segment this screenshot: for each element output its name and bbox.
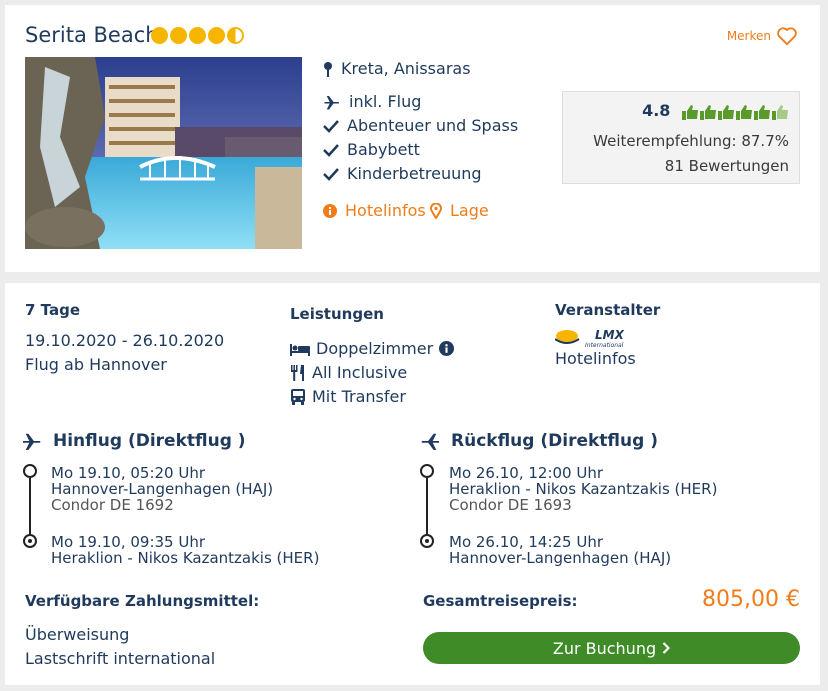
- recommendation-rate: Weiterempfehlung: 87.7%: [593, 132, 789, 150]
- booking-button[interactable]: Zur Buchung: [423, 632, 800, 664]
- map-marker-icon: [430, 202, 442, 219]
- feature-item: Babybett: [323, 140, 420, 159]
- timeline-line: [426, 478, 428, 534]
- operator-logo: LMX International: [554, 327, 635, 349]
- thumb-up-icon: [718, 104, 734, 120]
- hotel-name[interactable]: Serita Beach: [25, 23, 159, 47]
- outbound-flight-number: Condor DE 1692: [51, 496, 174, 514]
- feature-label: Kinderbetreuung: [347, 164, 482, 183]
- merken-button[interactable]: Merken: [727, 26, 798, 46]
- return-arr-airport: Hannover-Langenhagen (HAJ): [449, 549, 672, 567]
- thumb-up-half-icon: [772, 104, 788, 120]
- heart-icon: [777, 27, 797, 46]
- check-icon: [323, 167, 339, 181]
- logo-text: LMX: [595, 328, 625, 342]
- cutlery-icon: [291, 364, 304, 381]
- service-label: Mit Transfer: [312, 387, 406, 406]
- hotelinfos-label: Hotelinfos: [345, 201, 426, 220]
- feature-label: Abenteuer und Spass: [347, 116, 519, 135]
- operator-hotelinfos-link[interactable]: Hotelinfos: [555, 349, 636, 368]
- thumb-up-icon: [754, 104, 770, 120]
- map-pin-icon: [324, 61, 332, 77]
- rating-score: 4.8: [642, 101, 671, 120]
- outbound-arrival: Mo 19.10, 09:35 Uhr Heraklion - Nikos Ka…: [51, 534, 319, 566]
- return-arr-time: Mo 26.10, 14:25 Uhr: [449, 533, 604, 551]
- outbound-departure: Mo 19.10, 05:20 Uhr Hannover-Langenhagen…: [51, 465, 273, 513]
- lage-label: Lage: [450, 201, 489, 220]
- plane-return-icon: [421, 433, 439, 450]
- timeline-line: [29, 478, 31, 534]
- outbound-title: Hinflug (Direktflug ): [21, 431, 246, 451]
- half-star-icon: [227, 27, 244, 44]
- rating-score-row: 4.8: [642, 101, 789, 120]
- timeline-end-dot: [420, 534, 434, 548]
- return-dep-time: Mo 26.10, 12:00 Uhr: [449, 464, 604, 482]
- outbound-title-text: Hinflug (Direktflug ): [53, 431, 246, 451]
- total-price: 805,00 €: [702, 587, 800, 612]
- logo-subtext: International: [585, 342, 624, 349]
- trip-duration: 7 Tage: [25, 301, 80, 319]
- thumb-up-icon: [682, 104, 698, 120]
- services-title: Leistungen: [290, 305, 384, 323]
- booking-button-label: Zur Buchung: [552, 638, 657, 658]
- outbound-arr-airport: Heraklion - Nikos Kazantzakis (HER): [51, 549, 320, 567]
- bus-icon: [291, 388, 305, 405]
- location: Kreta, Anissaras: [323, 59, 471, 78]
- payment-method: Überweisung: [25, 625, 130, 644]
- plane-icon: [23, 433, 41, 450]
- feature-label: Babybett: [347, 140, 420, 159]
- merken-label: Merken: [726, 29, 771, 43]
- return-title-text: Rückflug (Direktflug ): [451, 431, 658, 451]
- return-flight-number: Condor DE 1693: [449, 496, 572, 514]
- star-rating: [151, 27, 244, 44]
- hotel-card: Serita Beach Merken Kreta, Anissaras ink…: [5, 5, 820, 272]
- return-dep-airport: Heraklion - Nikos Kazantzakis (HER): [449, 480, 718, 498]
- check-icon: [323, 119, 339, 133]
- timeline-start-dot: [23, 464, 37, 478]
- review-count: 81 Bewertungen: [664, 157, 789, 175]
- star-icon: [170, 27, 187, 44]
- thumb-up-icon: [736, 104, 752, 120]
- bed-icon: [290, 343, 310, 356]
- feature-item: Kinderbetreuung: [323, 164, 482, 183]
- location-text: Kreta, Anissaras: [341, 59, 471, 78]
- rating-box[interactable]: 4.8 Weiterempfehlung: 87.7% 81 Bewertung…: [562, 91, 800, 184]
- thumb-up-icon: [700, 104, 716, 120]
- total-label: Gesamtreisepreis:: [423, 592, 578, 610]
- hotel-photo[interactable]: [25, 57, 302, 249]
- service-item: All Inclusive: [290, 363, 407, 382]
- info-icon: [323, 203, 337, 218]
- payment-method: Lastschrift international: [25, 649, 216, 668]
- return-arrival: Mo 26.10, 14:25 Uhr Hannover-Langenhagen…: [449, 534, 671, 566]
- star-icon: [151, 27, 168, 44]
- payment-title: Verfügbare Zahlungsmittel:: [25, 592, 260, 610]
- feature-label: inkl. Flug: [349, 92, 422, 111]
- operator-title: Veranstalter: [555, 301, 661, 319]
- outbound-dep-airport: Hannover-Langenhagen (HAJ): [51, 480, 274, 498]
- chevron-right-icon: [662, 642, 671, 654]
- thumbs-rating: [682, 104, 789, 120]
- timeline-end-dot: [23, 534, 37, 548]
- outbound-dep-time: Mo 19.10, 05:20 Uhr: [51, 464, 206, 482]
- hotelinfos-link[interactable]: Hotelinfos: [323, 201, 426, 220]
- plane-icon: [324, 95, 339, 109]
- service-label: All Inclusive: [312, 363, 408, 382]
- feature-item: Abenteuer und Spass: [323, 116, 518, 135]
- return-departure: Mo 26.10, 12:00 Uhr Heraklion - Nikos Ka…: [449, 465, 717, 513]
- feature-item: inkl. Flug: [323, 92, 421, 111]
- lage-link[interactable]: Lage: [430, 201, 489, 220]
- return-title: Rückflug (Direktflug ): [419, 431, 658, 451]
- service-label: Doppelzimmer: [316, 339, 434, 358]
- timeline-start-dot: [420, 464, 434, 478]
- service-item: Doppelzimmer: [290, 339, 455, 358]
- departure-city: Flug ab Hannover: [25, 355, 167, 374]
- info-icon[interactable]: [439, 341, 455, 356]
- check-icon: [323, 143, 339, 157]
- service-item: Mit Transfer: [290, 387, 406, 406]
- offer-card: 7 Tage 19.10.2020 - 26.10.2020 Flug ab H…: [5, 283, 820, 685]
- outbound-arr-time: Mo 19.10, 09:35 Uhr: [51, 533, 206, 551]
- star-icon: [208, 27, 225, 44]
- star-icon: [189, 27, 206, 44]
- trip-dates: 19.10.2020 - 26.10.2020: [25, 331, 225, 350]
